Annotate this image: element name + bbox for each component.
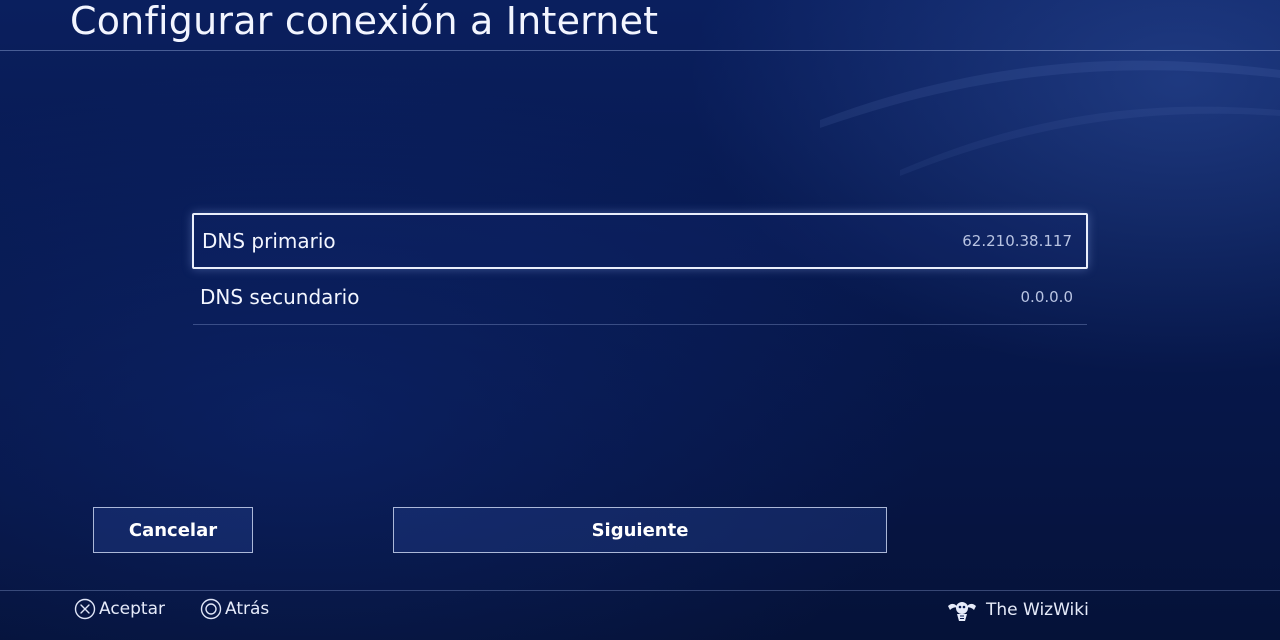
cancel-button[interactable]: Cancelar <box>93 507 253 553</box>
dns-secondary-value: 0.0.0.0 <box>1020 287 1073 306</box>
dns-secondary-row[interactable]: DNS secundario 0.0.0.0 <box>193 269 1087 325</box>
dns-primary-value: 62.210.38.117 <box>962 232 1072 250</box>
watermark: The WizWiki <box>944 596 1089 624</box>
circle-button-icon <box>200 598 222 620</box>
footer-divider <box>0 590 1280 591</box>
wizwiki-logo-icon <box>948 602 976 621</box>
title-divider <box>0 50 1280 51</box>
accept-hint: Aceptar <box>74 598 165 620</box>
page-title: Configurar conexión a Internet <box>70 0 659 43</box>
dns-primary-label: DNS primario <box>202 229 336 253</box>
next-button[interactable]: Siguiente <box>393 507 887 553</box>
back-hint-label: Atrás <box>225 599 270 619</box>
dns-settings-list: DNS primario 62.210.38.117 DNS secundari… <box>192 213 1088 325</box>
dns-primary-row[interactable]: DNS primario 62.210.38.117 <box>192 213 1088 269</box>
accept-hint-label: Aceptar <box>99 599 165 619</box>
watermark-text: The WizWiki <box>986 600 1089 620</box>
dns-secondary-label: DNS secundario <box>200 284 360 309</box>
cross-button-icon <box>74 598 96 620</box>
back-hint: Atrás <box>200 598 269 620</box>
